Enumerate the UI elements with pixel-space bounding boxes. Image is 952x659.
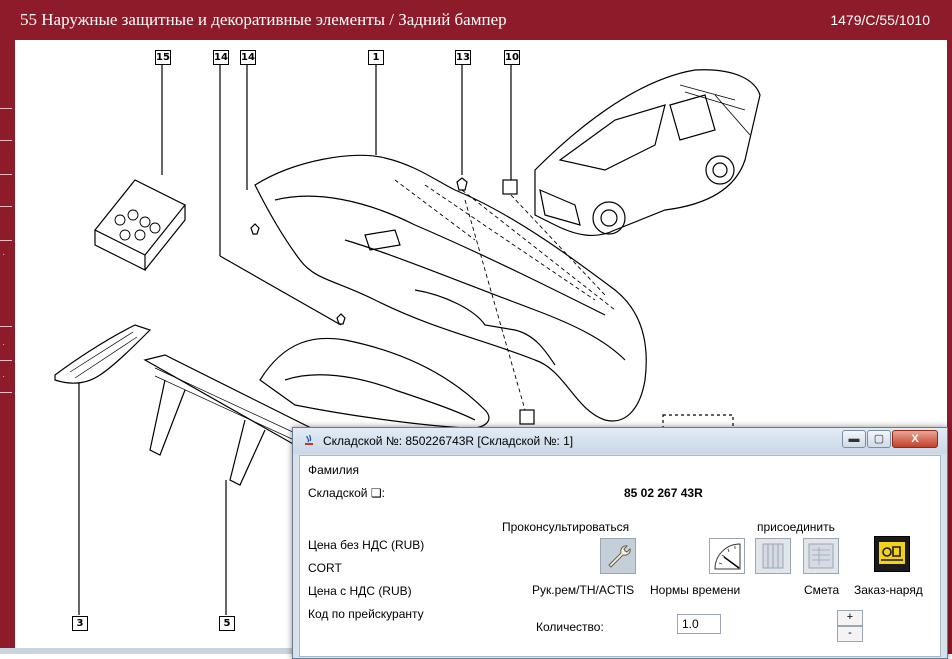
callout-3[interactable]: 3: [72, 616, 88, 631]
time-norms-label: Нормы времени: [650, 583, 741, 597]
quantity-input[interactable]: 1.0: [677, 614, 721, 634]
dialog-content: Фамилия Складской ❏: 85 02 267 43R Проко…: [299, 455, 941, 657]
callout-14-a[interactable]: 14: [213, 50, 229, 65]
strip-tick: [0, 360, 12, 361]
strip-tick: [0, 240, 12, 241]
strip-dots: ·: [2, 371, 6, 382]
callout-14-b[interactable]: 14: [240, 50, 256, 65]
wrench-icon: [601, 539, 635, 573]
time-norms-button[interactable]: [709, 538, 745, 574]
surname-label: Фамилия: [308, 463, 359, 477]
price-with-vat-label: Цена с НДС (RUB): [308, 584, 412, 598]
strip-tick: [0, 326, 12, 327]
close-button[interactable]: X: [892, 430, 938, 448]
strip-dots: ·: [2, 249, 6, 260]
part-detail-dialog: Складской №: 850226743R [Складской №: 1]…: [292, 427, 948, 659]
dialog-title: Складской №: 850226743R [Складской №: 1]: [323, 434, 574, 448]
quantity-decrease-button[interactable]: -: [837, 626, 863, 642]
page-title: 55 Наружные защитные и декоративные элем…: [20, 10, 507, 29]
pricelist-code-label: Код по прейскуранту: [308, 607, 424, 621]
callout-5[interactable]: 5: [219, 616, 235, 631]
work-order-button[interactable]: [874, 536, 910, 572]
repair-manual-button[interactable]: [600, 538, 636, 574]
stopwatch-icon: [714, 543, 741, 570]
maximize-button[interactable]: ▢: [867, 430, 891, 448]
quantity-increase-button[interactable]: +: [837, 610, 863, 626]
strip-tick: [0, 140, 12, 141]
taskbar-strip: [0, 648, 292, 654]
strip-tick: [0, 206, 12, 207]
diagram-reference: 1479/C/55/1010: [830, 12, 930, 28]
binder-icon: [762, 543, 784, 569]
estimate-sheet-icon: [808, 543, 834, 569]
header-bar: 55 Наружные защитные и декоративные элем…: [0, 0, 952, 40]
repair-manual-label: Рук.рем/TH/ACTIS: [532, 583, 635, 597]
work-order-label: Заказ-наряд: [854, 583, 923, 597]
quantity-label: Количество:: [536, 620, 604, 634]
price-without-vat-label: Цена без НДС (RUB): [308, 538, 425, 552]
strip-tick: [0, 108, 12, 109]
strip-tick: [0, 392, 12, 393]
callout-1[interactable]: 1: [368, 50, 384, 65]
callout-10[interactable]: 10: [504, 50, 520, 65]
strip-tick: [0, 174, 12, 175]
minimize-button[interactable]: ▬: [842, 430, 866, 448]
estimate-label: Смета: [804, 583, 840, 597]
estimate-button[interactable]: [803, 538, 839, 574]
stock-number-value: 85 02 267 43R: [624, 486, 703, 500]
attach-label: присоединить: [757, 520, 835, 534]
work-order-icon: [875, 537, 909, 571]
dialog-titlebar[interactable]: Складской №: 850226743R [Складской №: 1]…: [293, 428, 947, 454]
attach-document-button[interactable]: [755, 538, 791, 574]
java-app-icon: [305, 434, 313, 445]
left-side-strip: · · ·: [0, 40, 15, 654]
callout-15[interactable]: 15: [155, 50, 171, 65]
consult-label: Проконсультироваться: [502, 520, 630, 534]
cort-label: CORT: [308, 561, 342, 575]
strip-dots: ·: [2, 339, 6, 350]
callout-13[interactable]: 13: [455, 50, 471, 65]
stock-number-label: Складской ❏:: [308, 486, 385, 500]
